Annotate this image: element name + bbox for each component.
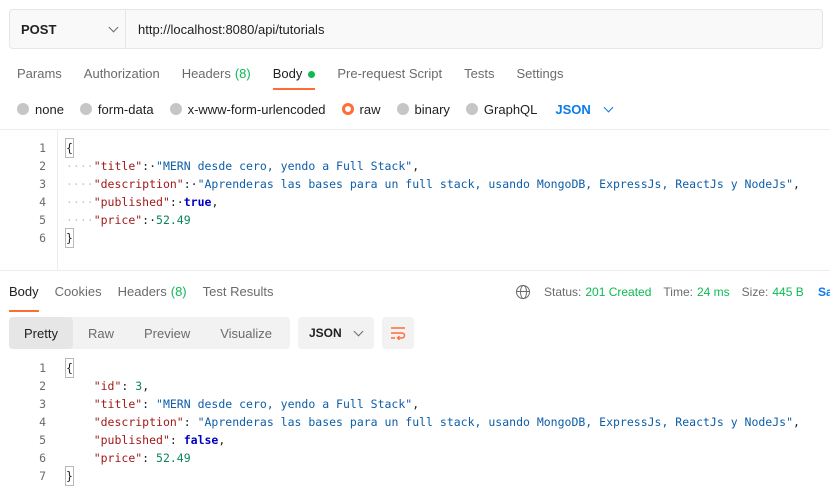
line-number: 6: [39, 451, 46, 465]
tab-pre-request-script[interactable]: Pre-request Script: [337, 62, 442, 90]
tab-body[interactable]: Body: [272, 62, 316, 90]
response-header: Body Cookies Headers (8) Test Results Sta…: [0, 274, 830, 312]
view-tab-preview[interactable]: Preview: [129, 317, 205, 349]
url-input[interactable]: http://localhost:8080/api/tutorials: [126, 22, 324, 37]
method-select[interactable]: POST: [10, 10, 126, 48]
size-value[interactable]: 445 B: [772, 285, 803, 299]
line-number: 2: [39, 159, 46, 173]
tab-tests[interactable]: Tests: [464, 62, 494, 90]
request-body-editor[interactable]: 1 2 3 4 5 6 { ····"title":·"MERN desde c…: [0, 129, 830, 271]
chevron-down-icon: [603, 102, 614, 112]
wrap-lines-icon: [391, 327, 406, 340]
code-line: ····"price":·52.49: [66, 213, 191, 227]
line-number: 3: [39, 177, 46, 191]
response-headers-count: (8): [170, 284, 187, 299]
response-tab-headers[interactable]: Headers (8): [118, 284, 187, 312]
response-tab-body[interactable]: Body: [9, 284, 39, 312]
radio-graphql[interactable]: GraphQL: [465, 102, 537, 117]
code-line: "description": "Aprenderas las bases par…: [93, 415, 800, 429]
line-number: 2: [39, 379, 46, 393]
view-tab-pretty[interactable]: Pretty: [9, 317, 73, 349]
request-tabs: Params Authorization Headers (8) Body Pre…: [17, 62, 585, 90]
radio-raw[interactable]: raw: [341, 102, 381, 117]
body-modified-dot: [308, 71, 316, 78]
code-line: {: [65, 138, 74, 158]
tab-settings[interactable]: Settings: [516, 62, 563, 90]
line-number: 4: [39, 195, 46, 209]
save-response-button[interactable]: Sa: [818, 285, 830, 299]
status-value[interactable]: 201 Created: [585, 285, 651, 299]
code-line: ····"title":·"MERN desde cero, yendo a F…: [66, 159, 420, 173]
response-tab-cookies[interactable]: Cookies: [55, 284, 102, 312]
line-number: 5: [39, 433, 46, 447]
radio-x-www-form-urlencoded[interactable]: x-www-form-urlencoded: [169, 102, 326, 117]
tab-params[interactable]: Params: [17, 62, 62, 90]
response-format-select[interactable]: JSON: [298, 317, 374, 349]
method-label: POST: [21, 21, 57, 37]
body-format-select[interactable]: JSON: [555, 102, 614, 117]
radio-binary[interactable]: binary: [396, 102, 450, 117]
view-tab-raw[interactable]: Raw: [73, 317, 129, 349]
request-url-bar: POST http://localhost:8080/api/tutorials: [9, 9, 823, 49]
tab-headers[interactable]: Headers (8): [182, 62, 251, 90]
code-line: "price": 52.49: [93, 451, 191, 465]
code-line: "id": 3,: [93, 379, 150, 393]
line-number: 6: [39, 231, 46, 245]
body-type-radios: none form-data x-www-form-urlencoded raw…: [17, 100, 614, 118]
code-line: "title": "MERN desde cero, yendo a Full …: [93, 397, 420, 411]
view-tab-visualize[interactable]: Visualize: [205, 317, 287, 349]
chevron-down-icon: [108, 22, 119, 32]
radio-form-data[interactable]: form-data: [79, 102, 154, 117]
tab-authorization[interactable]: Authorization: [84, 62, 160, 90]
response-tab-test-results[interactable]: Test Results: [203, 284, 274, 312]
response-view-tabs: Pretty Raw Preview Visualize: [9, 317, 290, 349]
radio-none[interactable]: none: [17, 102, 64, 117]
line-number: 1: [39, 141, 46, 155]
headers-count: (8): [234, 66, 251, 81]
response-body-viewer[interactable]: 1 2 3 4 5 6 7 { "id": 3, "title": "MERN …: [0, 358, 830, 500]
line-number: 1: [39, 361, 46, 375]
response-status: Status: 201 Created Time: 24 ms Size: 44…: [516, 285, 816, 299]
line-number: 4: [39, 415, 46, 429]
line-number: 5: [39, 213, 46, 227]
line-number: 7: [39, 469, 46, 483]
time-value[interactable]: 24 ms: [697, 285, 730, 299]
code-line: "published": false,: [93, 433, 226, 447]
line-number: 3: [39, 397, 46, 411]
code-line: {: [65, 358, 74, 378]
globe-icon[interactable]: [516, 285, 530, 299]
code-line: ····"published":·true,: [66, 195, 219, 209]
wrap-lines-button[interactable]: [382, 317, 414, 349]
chevron-down-icon: [353, 326, 364, 336]
code-line: ····"description":·"Aprenderas las bases…: [66, 177, 800, 191]
code-line: }: [65, 228, 74, 248]
code-line: }: [65, 466, 74, 486]
